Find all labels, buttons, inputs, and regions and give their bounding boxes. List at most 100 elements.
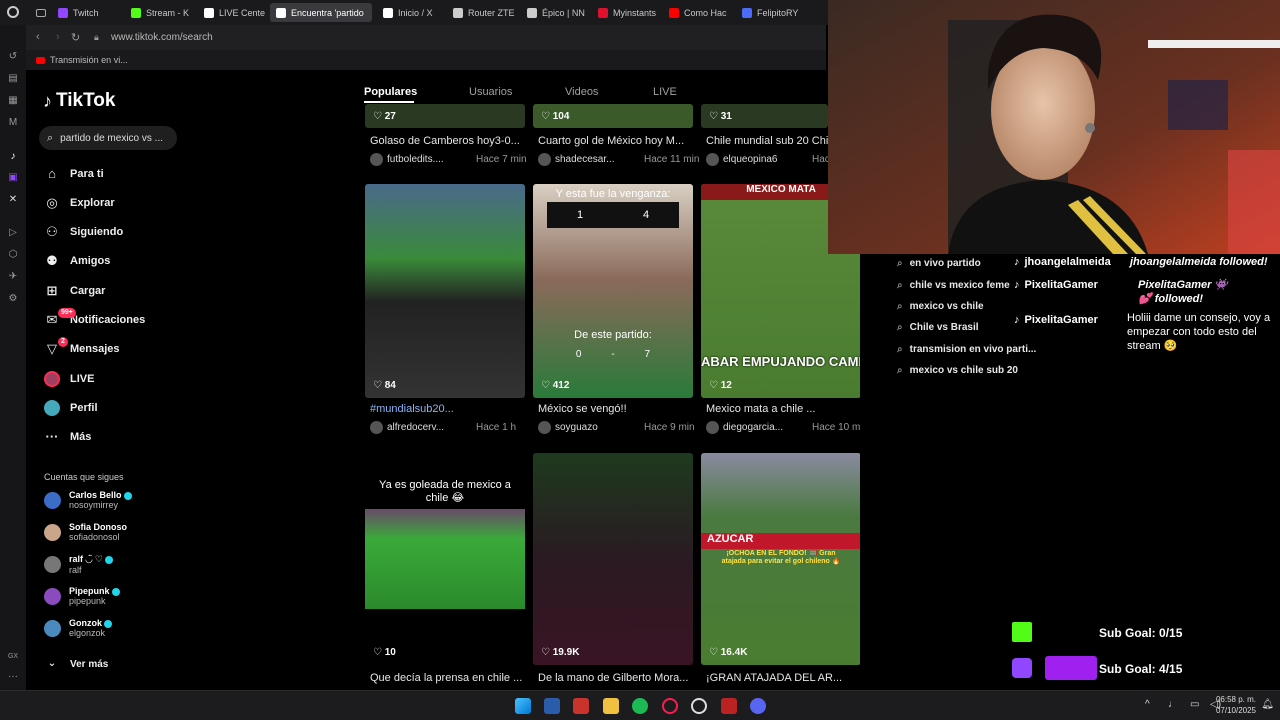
forward-icon[interactable]: › — [56, 31, 60, 43]
twitch-rail-icon[interactable]: ▣ — [7, 172, 19, 184]
browser-tab[interactable]: Stream - K — [125, 3, 195, 22]
more-icon[interactable]: ··· — [7, 671, 19, 683]
tiktok-rail-icon[interactable]: ♪ — [7, 151, 19, 163]
mail-icon[interactable]: M — [7, 117, 19, 129]
video-description[interactable]: ¡GRAN ATAJADA DEL AR... — [706, 672, 864, 684]
video-author[interactable]: shadecesar... — [555, 154, 640, 165]
video-description[interactable]: México se vengó!! — [538, 403, 696, 415]
browser-tab[interactable]: LIVE Cente — [198, 3, 268, 22]
spotify-icon[interactable] — [632, 698, 648, 714]
video-card[interactable]: ♡ 27 — [365, 104, 525, 128]
search-suggestion[interactable]: ⌕ chile vs mexico feme — [897, 280, 1010, 291]
tab-live[interactable]: LIVE — [653, 86, 677, 98]
windows-start-icon[interactable] — [515, 698, 531, 714]
mic-icon[interactable]: ♩ — [1168, 699, 1178, 710]
nav-item-parati[interactable]: ⌂ Para ti — [44, 165, 104, 183]
tab-switcher-icon[interactable] — [36, 9, 46, 17]
avatar[interactable] — [706, 153, 719, 166]
search-suggestion[interactable]: ⌕ Chile vs Brasil — [897, 322, 979, 333]
file-explorer-icon[interactable] — [603, 698, 619, 714]
followed-account[interactable]: Pipepunk pipepunk — [44, 586, 120, 606]
x-rail-icon[interactable]: ✕ — [7, 194, 19, 206]
browser-tab[interactable]: Inicio / X — [377, 3, 445, 22]
browser-tab[interactable]: Router ZTE — [447, 3, 517, 22]
browser-tab[interactable]: Como Hac — [663, 3, 733, 22]
video-description[interactable]: #mundialsub20... — [370, 403, 528, 415]
tabs-icon[interactable]: ▦ — [7, 95, 19, 107]
video-card[interactable]: Y esta fue la venganza: 1 4 De este partido… — [533, 184, 693, 398]
tab-populares[interactable]: Populares — [364, 86, 417, 98]
video-description[interactable]: De la mano de Gilberto Mora... — [538, 672, 696, 684]
video-card[interactable]: ♡ 104 — [533, 104, 693, 128]
reload-icon[interactable]: ↻ — [71, 31, 80, 44]
nav-item-perfil[interactable]: ● Perfil — [44, 399, 98, 417]
browser-tab[interactable]: FelipitoRY — [736, 3, 808, 22]
back-icon[interactable]: ‹ — [36, 31, 40, 43]
search-suggestion[interactable]: ⌕ mexico vs chile sub 20 — [897, 365, 1018, 376]
avatar[interactable] — [538, 421, 551, 434]
nav-item-explorar[interactable]: ◎ Explorar — [44, 194, 114, 212]
obs-icon[interactable] — [691, 698, 707, 714]
tf-icon[interactable] — [721, 698, 737, 714]
video-author[interactable]: diegogarcia... — [723, 422, 808, 433]
search-suggestion[interactable]: ⌕ transmision en vivo parti... — [897, 344, 1036, 355]
history-icon[interactable]: ↺ — [7, 51, 19, 63]
discord-icon[interactable] — [750, 698, 766, 714]
avatar[interactable] — [370, 421, 383, 434]
browser-tab[interactable]: Encuentra 'partido — [270, 3, 372, 22]
see-more-button[interactable]: ⌄ Ver más — [44, 655, 109, 673]
video-author[interactable]: elqueopina6 — [723, 154, 808, 165]
gear-icon[interactable]: ⚙ — [7, 293, 19, 305]
store-icon[interactable] — [544, 698, 560, 714]
search-input[interactable]: ⌕ partido de mexico vs ... — [39, 126, 177, 150]
browser-tab[interactable] — [812, 3, 828, 22]
opera-gx-icon[interactable] — [662, 698, 678, 714]
followed-account[interactable]: Gonzok elgonzok — [44, 618, 112, 638]
nav-item-live[interactable]: ● LIVE — [44, 370, 94, 388]
nav-item-mensajes[interactable]: ▽ 2 Mensajes — [44, 337, 120, 358]
followed-account[interactable]: ralf ◡̈ ♡ ralf — [44, 554, 113, 575]
browser-tab[interactable]: Épico | NN — [521, 3, 589, 22]
nav-item-notificaciones[interactable]: ✉ 99+ Notificaciones — [44, 308, 145, 329]
followed-account[interactable]: Carlos Bello nosoymirrey — [44, 490, 132, 510]
gx-icon[interactable]: GX — [7, 651, 19, 663]
avatar[interactable] — [706, 421, 719, 434]
video-author[interactable]: alfredocerv... — [387, 422, 472, 433]
video-description[interactable]: Mexico mata a chile ... — [706, 403, 864, 415]
nav-item-amigos[interactable]: ⚉ Amigos — [44, 252, 110, 270]
nav-item-siguiendo[interactable]: ⚇ Siguiendo — [44, 223, 123, 241]
bookmark-item[interactable]: Transmisión en vi... — [36, 55, 128, 65]
chevron-up-icon[interactable]: ^ — [1145, 699, 1150, 710]
tiktok-logo[interactable]: ♪ TikTok — [43, 90, 115, 112]
video-description[interactable]: Que decía la prensa en chile ... — [370, 672, 528, 684]
search-suggestion[interactable]: ⌕ mexico vs chile — [897, 301, 984, 312]
avatar[interactable] — [538, 153, 551, 166]
settings-icon[interactable]: ⬡ — [7, 249, 19, 261]
video-card[interactable]: ♡ 84 — [365, 184, 525, 398]
video-card[interactable]: ♡ 19.9K — [533, 453, 693, 665]
tab-videos[interactable]: Videos — [565, 86, 598, 98]
opera-logo-icon[interactable] — [7, 6, 19, 18]
pinboard-icon[interactable]: ▤ — [7, 73, 19, 85]
network-icon[interactable]: ▭ — [1190, 699, 1199, 710]
browser-tab[interactable]: Myinstants — [592, 3, 660, 22]
video-description[interactable]: Golaso de Camberos hoy3-0... — [370, 135, 528, 147]
avatar[interactable] — [370, 153, 383, 166]
video-card[interactable]: ♡ 31 — [701, 104, 828, 128]
followed-account[interactable]: Sofia Donoso sofiadonosol — [44, 522, 127, 542]
nav-item-cargar[interactable]: ⊞ Cargar — [44, 282, 106, 300]
search-suggestion[interactable]: ⌕ en vivo partido — [897, 258, 981, 269]
video-card[interactable]: AZUCAR ¡OCHOA EN EL FONDO! 🥅 Gran atajada… — [701, 453, 861, 665]
extensions-icon[interactable]: ✈ — [7, 271, 19, 283]
nav-item-ms[interactable]: ··· Más — [44, 428, 92, 446]
notification-icon[interactable]: 🔔︎ — [1261, 699, 1274, 710]
clock[interactable]: 06:58 p. m. 07/10/2025 — [1216, 694, 1256, 716]
video-description[interactable]: Cuarto gol de México hoy M... — [538, 135, 696, 147]
video-author[interactable]: futboledits.... — [387, 154, 472, 165]
video-card[interactable]: Ya es goleada de mexico a chile 😂 ♡ 10 — [365, 453, 525, 665]
tab-usuarios[interactable]: Usuarios — [469, 86, 512, 98]
player-icon[interactable]: ▷ — [7, 227, 19, 239]
url-field[interactable]: www.tiktok.com/search — [111, 32, 213, 43]
app-icon[interactable] — [573, 698, 589, 714]
video-author[interactable]: soyguazo — [555, 422, 640, 433]
